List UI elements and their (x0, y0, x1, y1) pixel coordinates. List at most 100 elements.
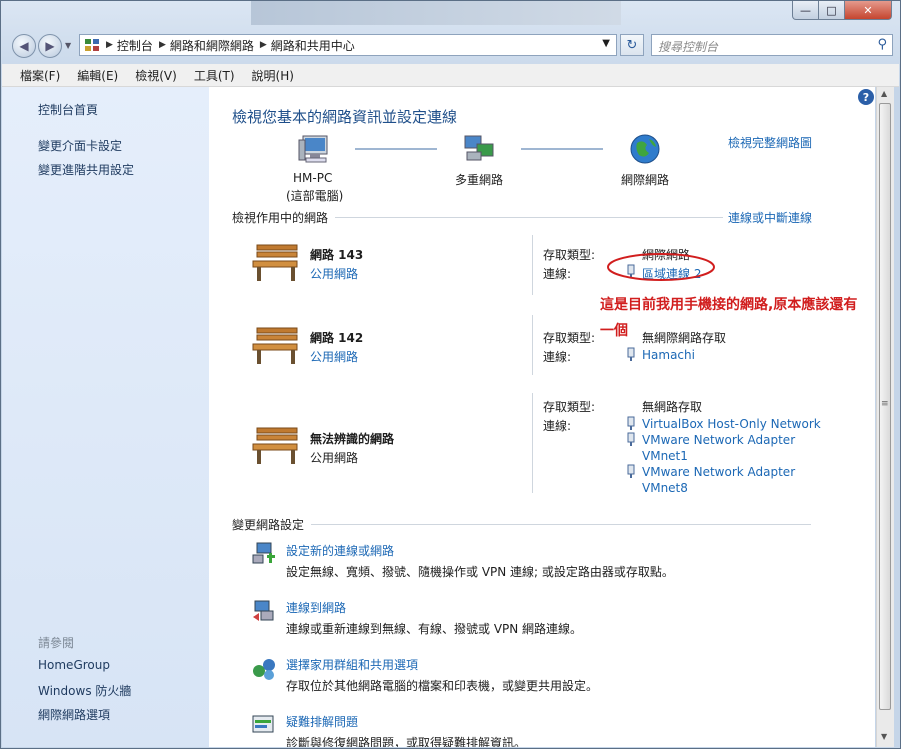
ethernet-adapter-icon (627, 432, 635, 446)
connection-link-virtualbox[interactable]: VirtualBox Host-Only Network (642, 417, 821, 431)
sidebar-item-firewall[interactable]: Windows 防火牆 (38, 682, 131, 699)
history-dropdown-icon[interactable]: ▼ (65, 41, 71, 50)
access-type-value: 無網際網路存取 (642, 331, 727, 345)
menu-tools[interactable]: 工具(T) (194, 67, 235, 84)
search-input[interactable]: 搜尋控制台 ⚲ (651, 34, 893, 56)
page-title: 檢視您基本的網路資訊並設定連線 (232, 108, 458, 126)
network-name: 無法辨識的網路 (310, 432, 395, 446)
menu-edit[interactable]: 編輯(E) (77, 67, 118, 84)
network-type-link[interactable]: 公用網路 (310, 348, 358, 365)
connection-link-hamachi[interactable]: Hamachi (642, 348, 695, 362)
address-bar[interactable]: ▶ 控制台 ▶ 網路和網際網路 ▶ 網路和共用中心 ▼ (79, 34, 617, 56)
title-bar (251, 1, 621, 25)
search-placeholder: 搜尋控制台 (658, 40, 719, 54)
sidebar-item-advanced-sharing[interactable]: 變更進階共用設定 (38, 161, 134, 178)
scroll-grip-icon: ≡ (881, 399, 889, 409)
connection-link-vmnet8[interactable]: VMware Network Adapter (642, 465, 795, 479)
troubleshoot-icon (252, 715, 274, 733)
network-type-link[interactable]: 公用網路 (310, 265, 358, 282)
connection-link-vmnet8-name[interactable]: VMnet8 (642, 481, 688, 495)
annotation-text-line2: 一個 (600, 323, 628, 339)
network-name: 網路 142 (310, 331, 364, 345)
ethernet-adapter-icon (627, 464, 635, 478)
connections-label: 連線: (543, 267, 572, 281)
address-dropdown-icon[interactable]: ▼ (602, 38, 610, 49)
help-icon[interactable]: ? (858, 89, 874, 105)
public-network-bench-icon (252, 327, 298, 364)
forward-button[interactable]: ▶ (38, 34, 62, 58)
map-multiple-networks: 多重網路 (455, 173, 504, 187)
menu-help[interactable]: 說明(H) (252, 67, 294, 84)
sidebar: 控制台首頁 變更介面卡設定 變更進階共用設定 請參閱 HomeGroup Win… (2, 87, 209, 747)
active-networks-title: 檢視作用中的網路 (232, 211, 329, 225)
access-type-label: 存取類型: (543, 248, 596, 262)
computer-icon (298, 135, 328, 163)
window-frame: — □ ✕ ◀ ▶ ▼ ▶ 控制台 ▶ 網路和網際網路 ▶ 網路和共用中心 ▼ … (0, 0, 901, 749)
breadcrumb-separator-icon: ▶ (259, 40, 267, 50)
map-pc-name: HM-PC (293, 171, 333, 185)
connect-disconnect-link[interactable]: 連線或中斷連線 (728, 209, 812, 226)
sidebar-item-control-panel-home[interactable]: 控制台首頁 (38, 101, 98, 118)
connections-label: 連線: (543, 419, 572, 433)
maximize-button[interactable]: □ (818, 1, 845, 20)
breadcrumb-network-internet[interactable]: 網路和網際網路 (170, 37, 254, 54)
minimize-button[interactable]: — (792, 1, 819, 20)
red-annotation-circle (607, 253, 715, 281)
network-type: 公用網路 (310, 451, 359, 465)
section-divider (335, 217, 723, 218)
sidebar-item-change-adapter[interactable]: 變更介面卡設定 (38, 137, 122, 154)
task-homegroup-sharing[interactable]: 選擇家用群組和共用選項 (286, 656, 418, 673)
menu-file[interactable]: 檔案(F) (20, 67, 60, 84)
access-type-label: 存取類型: (543, 400, 596, 414)
map-link-line (521, 148, 603, 150)
connect-to-network-icon (253, 600, 274, 621)
public-network-bench-icon (252, 244, 298, 281)
change-settings-title: 變更網路設定 (232, 518, 305, 532)
network-divider (532, 315, 533, 375)
breadcrumb-control-panel[interactable]: 控制台 (117, 37, 153, 54)
task-troubleshoot[interactable]: 疑難排解問題 (286, 713, 358, 730)
sidebar-item-homegroup[interactable]: HomeGroup (38, 658, 110, 672)
breadcrumb-separator-icon: ▶ (158, 40, 166, 50)
new-connection-icon (252, 542, 275, 564)
ethernet-adapter-icon (627, 347, 635, 361)
homegroup-icon (253, 659, 275, 680)
task-desc: 診斷與修復網路問題，或取得疑難排解資訊。 (286, 736, 527, 747)
network-divider (532, 235, 533, 295)
control-panel-icon (85, 39, 99, 51)
scroll-up-icon[interactable]: ▲ (881, 89, 887, 98)
menu-bar: 檔案(F) 編輯(E) 檢視(V) 工具(T) 說明(H) (2, 64, 899, 87)
back-button[interactable]: ◀ (12, 34, 36, 58)
ethernet-adapter-icon (627, 416, 635, 430)
view-full-map-link[interactable]: 檢視完整網路圖 (728, 134, 812, 151)
task-desc: 存取位於其他網路電腦的檔案和印表機，或變更共用設定。 (286, 679, 599, 693)
network-divider (532, 393, 533, 493)
breadcrumb-separator-icon: ▶ (106, 40, 113, 50)
menu-view[interactable]: 檢視(V) (135, 67, 177, 84)
internet-globe-icon (630, 134, 660, 164)
refresh-icon: ↻ (626, 37, 638, 53)
section-divider (311, 524, 811, 525)
refresh-button[interactable]: ↻ (620, 34, 644, 56)
access-type-value: 無網路存取 (642, 400, 703, 414)
sidebar-item-internet-options[interactable]: 網際網路選項 (38, 706, 110, 723)
task-connect-to-network[interactable]: 連線到網路 (286, 599, 346, 616)
connection-link-vmnet1[interactable]: VMware Network Adapter (642, 433, 795, 447)
close-button[interactable]: ✕ (844, 1, 892, 20)
task-desc: 設定無線、寬頻、撥號、隨機操作或 VPN 連線; 或設定路由器或存取點。 (286, 565, 674, 579)
scroll-down-icon[interactable]: ▼ (881, 732, 887, 741)
public-network-bench-icon (252, 427, 298, 464)
breadcrumb-network-sharing-center[interactable]: 網路和共用中心 (271, 37, 355, 54)
annotation-text-line1: 這是目前我用手機接的網路,原本應該還有 (600, 297, 858, 313)
search-icon[interactable]: ⚲ (877, 37, 887, 52)
map-internet: 網際網路 (621, 173, 670, 187)
task-desc: 連線或重新連線到無線、有線、撥號或 VPN 網路連線。 (286, 622, 583, 636)
connection-link-vmnet1-name[interactable]: VMnet1 (642, 449, 688, 463)
access-type-label: 存取類型: (543, 331, 596, 345)
map-pc-sub: (這部電腦) (286, 189, 344, 203)
task-setup-new-connection[interactable]: 設定新的連線或網路 (286, 542, 394, 559)
connections-label: 連線: (543, 350, 572, 364)
vertical-scrollbar[interactable]: ▲ ≡ ▼ (876, 87, 894, 747)
forward-arrow-icon: ▶ (45, 39, 55, 53)
map-link-line (355, 148, 437, 150)
